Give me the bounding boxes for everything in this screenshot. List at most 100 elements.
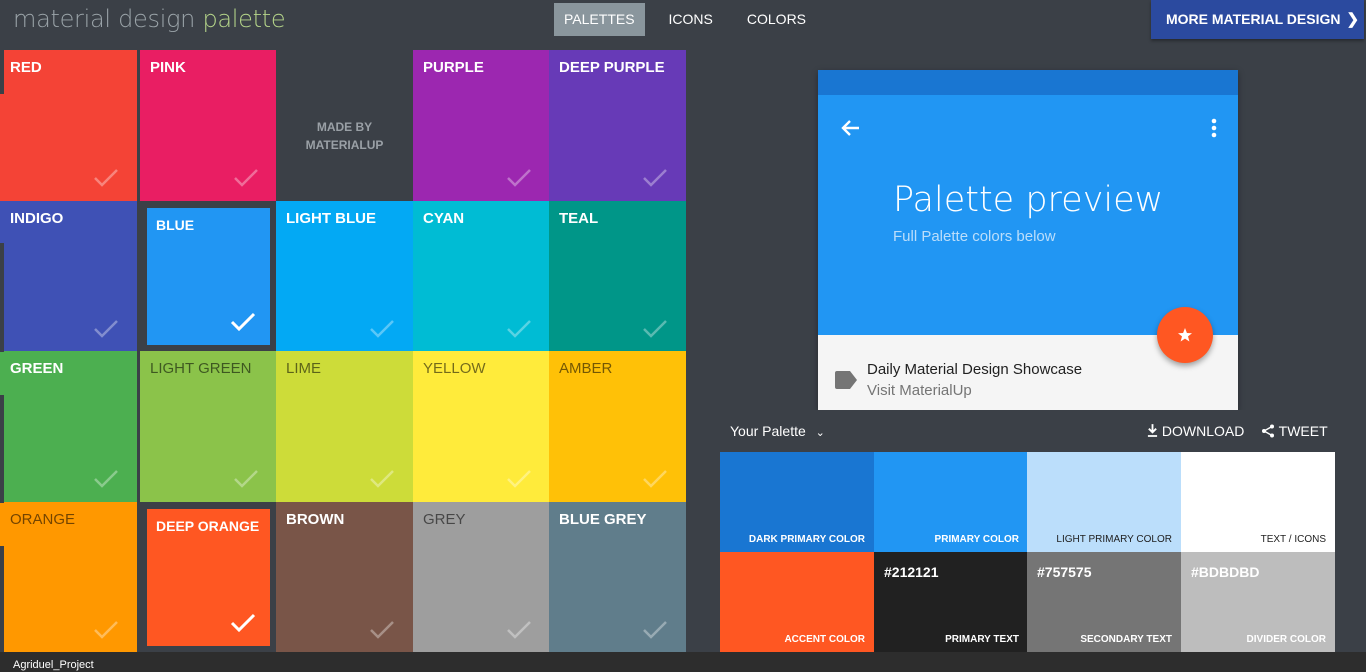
tile-blue-grey[interactable]: BLUE GREY bbox=[549, 502, 686, 653]
swatch-label: DARK PRIMARY COLOR bbox=[748, 534, 865, 545]
tile-deep-orange-fill: DEEP ORANGE bbox=[147, 509, 270, 646]
tile-yellow[interactable]: YELLOW bbox=[413, 351, 550, 502]
check-icon bbox=[642, 167, 668, 189]
tile-green[interactable]: GREEN bbox=[0, 351, 137, 502]
swatch-divider[interactable]: #BDBDBD DIVIDER COLOR bbox=[1181, 552, 1335, 652]
tile-light-blue[interactable]: LIGHT BLUE bbox=[276, 201, 413, 352]
check-icon bbox=[506, 167, 532, 189]
tile-blue[interactable]: BLUE bbox=[140, 201, 277, 352]
palette-swatches: DARK PRIMARY COLOR PRIMARY COLOR LIGHT P… bbox=[720, 452, 1335, 652]
tile-purple[interactable]: PURPLE bbox=[413, 50, 550, 201]
swatch-label: PRIMARY TEXT bbox=[945, 634, 1019, 645]
tile-brown[interactable]: BROWN bbox=[276, 502, 413, 653]
status-bar bbox=[818, 70, 1238, 95]
tile-indigo[interactable]: INDIGO bbox=[0, 201, 137, 352]
tile-label: CYAN bbox=[423, 210, 465, 227]
tile-pink[interactable]: PINK bbox=[140, 50, 277, 201]
swatch-secondary-text[interactable]: #757575 SECONDARY TEXT bbox=[1027, 552, 1181, 652]
tile-deep-orange[interactable]: DEEP ORANGE bbox=[140, 502, 277, 653]
list-item-title: Daily Material Design Showcase bbox=[867, 361, 1083, 378]
tile-label: LIGHT GREEN bbox=[150, 360, 252, 377]
star-fab[interactable] bbox=[1157, 307, 1213, 363]
star-icon bbox=[1178, 328, 1192, 342]
swatch-dark-primary[interactable]: DARK PRIMARY COLOR bbox=[720, 452, 874, 552]
tile-label: BLUE GREY bbox=[559, 511, 647, 528]
check-icon bbox=[369, 619, 395, 641]
tile-teal[interactable]: TEAL bbox=[549, 201, 686, 352]
tile-red[interactable]: RED bbox=[0, 50, 137, 201]
swatch-hex: #757575 bbox=[1037, 564, 1092, 580]
swatch-hex: #212121 bbox=[884, 564, 939, 580]
swatch-label: PRIMARY COLOR bbox=[934, 534, 1019, 545]
palette-title: Your Palette bbox=[730, 423, 806, 439]
tile-label: BLUE bbox=[156, 217, 195, 233]
swatch-light-primary[interactable]: LIGHT PRIMARY COLOR bbox=[1027, 452, 1181, 552]
check-icon bbox=[369, 468, 395, 490]
logo-main-text: material design bbox=[13, 5, 196, 33]
your-palette-dropdown[interactable]: Your Palette ⌄ bbox=[730, 423, 825, 439]
check-icon bbox=[230, 311, 256, 333]
edge-strip bbox=[0, 243, 4, 352]
color-grid: RED PINK MADE BY MATERIALUP PURPLE DEEP … bbox=[0, 50, 686, 653]
list-item-subtitle: Visit MaterialUp bbox=[867, 382, 972, 399]
download-button[interactable]: DOWNLOAD bbox=[1147, 423, 1244, 439]
swatch-label: SECONDARY TEXT bbox=[1080, 634, 1172, 645]
chevron-right-icon: ❯ bbox=[1346, 11, 1360, 28]
footer-text: Agriduel_Project bbox=[13, 659, 94, 671]
arrow-back-icon[interactable] bbox=[840, 117, 862, 139]
check-icon bbox=[642, 619, 668, 641]
tile-label: PINK bbox=[150, 59, 186, 76]
edge-strip bbox=[0, 395, 4, 503]
more-button-label: MORE MATERIAL DESIGN bbox=[1166, 11, 1341, 27]
tile-light-green[interactable]: LIGHT GREEN bbox=[140, 351, 277, 502]
tile-lime[interactable]: LIME bbox=[276, 351, 413, 502]
tile-made-by[interactable]: MADE BY MATERIALUP bbox=[276, 50, 413, 201]
tile-label: INDIGO bbox=[10, 210, 64, 227]
edge-strip bbox=[0, 546, 4, 652]
footer-bar: Agriduel_Project bbox=[0, 652, 1366, 672]
palette-toolbar: Your Palette ⌄ DOWNLOAD TWEET bbox=[720, 410, 1335, 452]
swatch-label: TEXT / ICONS bbox=[1260, 534, 1326, 545]
tile-cyan[interactable]: CYAN bbox=[413, 201, 550, 352]
check-icon bbox=[369, 318, 395, 340]
check-icon bbox=[506, 318, 532, 340]
check-icon bbox=[233, 167, 259, 189]
check-icon bbox=[93, 167, 119, 189]
preview-title: Palette preview bbox=[893, 180, 1164, 220]
tile-label: LIME bbox=[286, 360, 322, 377]
tile-label: LIGHT BLUE bbox=[286, 210, 376, 227]
edge-strip bbox=[0, 50, 4, 94]
check-icon bbox=[93, 318, 119, 340]
made-by-materialup: MADE BY MATERIALUP bbox=[305, 120, 384, 152]
check-icon bbox=[506, 619, 532, 641]
logo-accent-text: palette bbox=[202, 5, 286, 33]
check-icon bbox=[642, 468, 668, 490]
check-icon bbox=[233, 468, 259, 490]
swatch-primary-text[interactable]: #212121 PRIMARY TEXT bbox=[874, 552, 1028, 652]
nav-palettes[interactable]: PALETTES bbox=[554, 3, 645, 36]
main-nav: PALETTES ICONS COLORS bbox=[554, 3, 830, 36]
palette-preview-card: Palette preview Full Palette colors belo… bbox=[818, 70, 1238, 410]
tile-grey[interactable]: GREY bbox=[413, 502, 550, 653]
tweet-button[interactable]: TWEET bbox=[1261, 423, 1328, 439]
nav-colors[interactable]: COLORS bbox=[737, 3, 816, 36]
site-logo[interactable]: material design palette bbox=[13, 5, 286, 33]
tile-orange[interactable]: ORANGE bbox=[0, 502, 137, 653]
top-bar: material design palette PALETTES ICONS C… bbox=[0, 0, 1366, 42]
swatch-accent[interactable]: ACCENT COLOR bbox=[720, 552, 874, 652]
nav-icons[interactable]: ICONS bbox=[659, 3, 723, 36]
preview-subtitle: Full Palette colors below bbox=[893, 228, 1056, 245]
tile-label: DEEP ORANGE bbox=[156, 518, 260, 534]
swatch-text-icons[interactable]: TEXT / ICONS bbox=[1181, 452, 1335, 552]
download-label: DOWNLOAD bbox=[1161, 423, 1245, 439]
swatch-primary[interactable]: PRIMARY COLOR bbox=[874, 452, 1028, 552]
more-material-design-button[interactable]: MORE MATERIAL DESIGN ❯ bbox=[1151, 0, 1364, 39]
tile-label: YELLOW bbox=[423, 360, 486, 377]
swatch-label: LIGHT PRIMARY COLOR bbox=[1056, 534, 1172, 545]
swatch-hex: #BDBDBD bbox=[1191, 564, 1260, 580]
tile-deep-purple[interactable]: DEEP PURPLE bbox=[549, 50, 686, 201]
tile-label: BROWN bbox=[286, 511, 345, 528]
tile-amber[interactable]: AMBER bbox=[549, 351, 686, 502]
check-icon bbox=[506, 468, 532, 490]
more-vert-icon[interactable] bbox=[1210, 117, 1218, 139]
